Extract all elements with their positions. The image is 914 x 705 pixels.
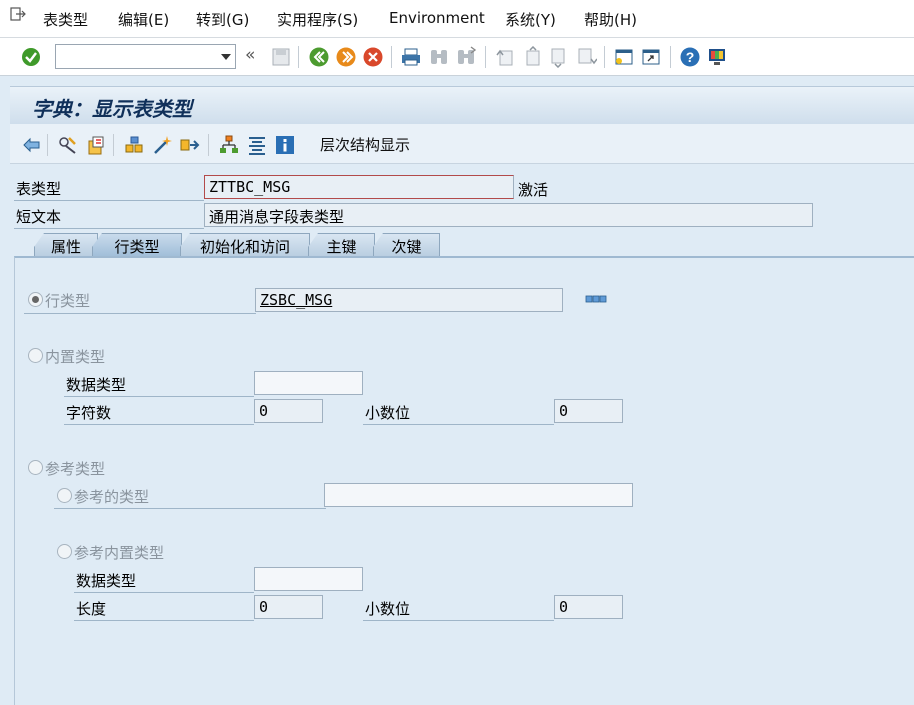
row-divider bbox=[64, 424, 254, 425]
table-type-label: 表类型 bbox=[16, 180, 62, 198]
activate-icon[interactable] bbox=[151, 134, 173, 156]
menu-goto[interactable]: 转到(G) bbox=[196, 9, 249, 30]
find-next-icon[interactable] bbox=[455, 46, 477, 68]
row-divider bbox=[363, 424, 554, 425]
tab-attributes[interactable]: 属性 bbox=[34, 233, 98, 257]
display-change-icon[interactable] bbox=[57, 134, 79, 156]
menu-help[interactable]: 帮助(H) bbox=[584, 9, 637, 30]
ref-data-type-label: 数据类型 bbox=[76, 572, 137, 590]
command-field[interactable] bbox=[55, 44, 236, 69]
ref-type-radio[interactable] bbox=[57, 488, 72, 503]
tab-primary-key[interactable]: 主键 bbox=[308, 233, 375, 257]
first-page-icon[interactable] bbox=[494, 46, 516, 68]
row-type-field[interactable]: ZSBC_MSG bbox=[255, 288, 563, 312]
status-text: 激活 bbox=[518, 181, 549, 199]
where-used-icon[interactable] bbox=[85, 134, 107, 156]
table-type-field[interactable]: ZTTBC_MSG bbox=[204, 175, 514, 199]
shortcut-icon[interactable] bbox=[640, 46, 662, 68]
page-title: 字典：显示表类型 bbox=[32, 97, 192, 121]
prev-page-icon[interactable] bbox=[521, 46, 543, 68]
exit-icon[interactable] bbox=[335, 46, 357, 68]
toolbar-divider bbox=[670, 46, 671, 68]
ref-decimals-label: 小数位 bbox=[365, 600, 411, 618]
layout-icon[interactable] bbox=[706, 46, 728, 68]
list-structure-icon[interactable] bbox=[246, 134, 268, 156]
short-text-label: 短文本 bbox=[16, 208, 62, 226]
tab-secondary-key[interactable]: 次键 bbox=[373, 233, 440, 257]
row-divider bbox=[363, 620, 554, 621]
cancel-icon[interactable] bbox=[362, 46, 384, 68]
short-text-field[interactable]: 通用消息字段表类型 bbox=[204, 203, 813, 227]
chars-label: 字符数 bbox=[66, 404, 112, 422]
ref-type-label: 参考的类型 bbox=[74, 488, 150, 506]
data-type-label: 数据类型 bbox=[66, 376, 127, 394]
ref-builtin-radio[interactable] bbox=[57, 544, 72, 559]
builtin-type-label: 内置类型 bbox=[45, 348, 106, 366]
title-bar: 字典：显示表类型 bbox=[10, 86, 914, 124]
last-page-icon[interactable] bbox=[575, 46, 597, 68]
find-icon[interactable] bbox=[428, 46, 450, 68]
toolbar-divider bbox=[298, 46, 299, 68]
reference-type-radio[interactable] bbox=[28, 460, 43, 475]
toolbar-divider bbox=[113, 134, 114, 156]
help-icon[interactable]: ? bbox=[679, 46, 701, 68]
chevron-down-icon[interactable] bbox=[221, 54, 231, 60]
chars-field[interactable]: 0 bbox=[254, 399, 323, 423]
print-icon[interactable] bbox=[400, 46, 422, 68]
collapse-icon[interactable]: « bbox=[245, 45, 255, 65]
menu-table-type[interactable]: 表类型 bbox=[43, 9, 88, 30]
toolbar-divider bbox=[604, 46, 605, 68]
row-divider bbox=[64, 396, 254, 397]
row-divider bbox=[74, 620, 254, 621]
toolbar-divider bbox=[391, 46, 392, 68]
reference-type-label: 参考类型 bbox=[45, 460, 106, 478]
hierarchy-display-button[interactable]: 层次结构显示 bbox=[320, 134, 410, 155]
new-session-icon[interactable] bbox=[613, 46, 635, 68]
length-label: 长度 bbox=[76, 600, 107, 618]
other-object-icon[interactable] bbox=[21, 134, 43, 156]
menu-system[interactable]: 系统(Y) bbox=[505, 9, 556, 30]
decimals-label: 小数位 bbox=[365, 404, 411, 422]
tab-init-access[interactable]: 初始化和访问 bbox=[180, 233, 310, 257]
toolbar-divider bbox=[47, 134, 48, 156]
tab-panel-row-type bbox=[14, 256, 914, 705]
ref-type-field[interactable] bbox=[324, 483, 633, 507]
row-divider bbox=[54, 508, 326, 509]
check-object-icon[interactable] bbox=[123, 134, 145, 156]
application-toolbar: 层次结构显示 bbox=[10, 124, 914, 164]
ref-builtin-label: 参考内置类型 bbox=[74, 544, 165, 562]
menu-environment[interactable]: Environment bbox=[389, 9, 485, 27]
length-field[interactable]: 0 bbox=[254, 595, 323, 619]
save-icon[interactable] bbox=[270, 46, 292, 68]
menu-edit[interactable]: 编辑(E) bbox=[118, 9, 169, 30]
row-divider bbox=[74, 592, 254, 593]
tab-row-type[interactable]: 行类型 bbox=[92, 233, 182, 257]
row-divider bbox=[24, 313, 256, 314]
decimals-field[interactable]: 0 bbox=[554, 399, 623, 423]
builtin-type-radio[interactable] bbox=[28, 348, 43, 363]
info-icon[interactable] bbox=[274, 134, 296, 156]
menu-expand-icon[interactable] bbox=[10, 7, 26, 21]
enter-icon[interactable] bbox=[20, 46, 42, 68]
hierarchy-icon[interactable] bbox=[218, 134, 240, 156]
transport-icon[interactable] bbox=[179, 134, 201, 156]
row-divider bbox=[14, 200, 204, 201]
toolbar-divider bbox=[485, 46, 486, 68]
menu-bar: 表类型 编辑(E) 转到(G) 实用程序(S) Environment 系统(Y… bbox=[0, 0, 914, 38]
ref-decimals-field[interactable]: 0 bbox=[554, 595, 623, 619]
back-icon[interactable] bbox=[308, 46, 330, 68]
row-type-label: 行类型 bbox=[45, 292, 91, 310]
system-toolbar: « ? bbox=[0, 38, 914, 76]
menu-utilities[interactable]: 实用程序(S) bbox=[277, 9, 358, 30]
row-divider bbox=[14, 228, 204, 229]
toolbar-divider bbox=[208, 134, 209, 156]
field-details-icon[interactable] bbox=[585, 295, 607, 303]
svg-text:?: ? bbox=[686, 49, 695, 65]
data-type-field[interactable] bbox=[254, 371, 363, 395]
row-type-radio[interactable] bbox=[28, 292, 43, 307]
ref-data-type-field[interactable] bbox=[254, 567, 363, 591]
next-page-icon[interactable] bbox=[548, 46, 570, 68]
